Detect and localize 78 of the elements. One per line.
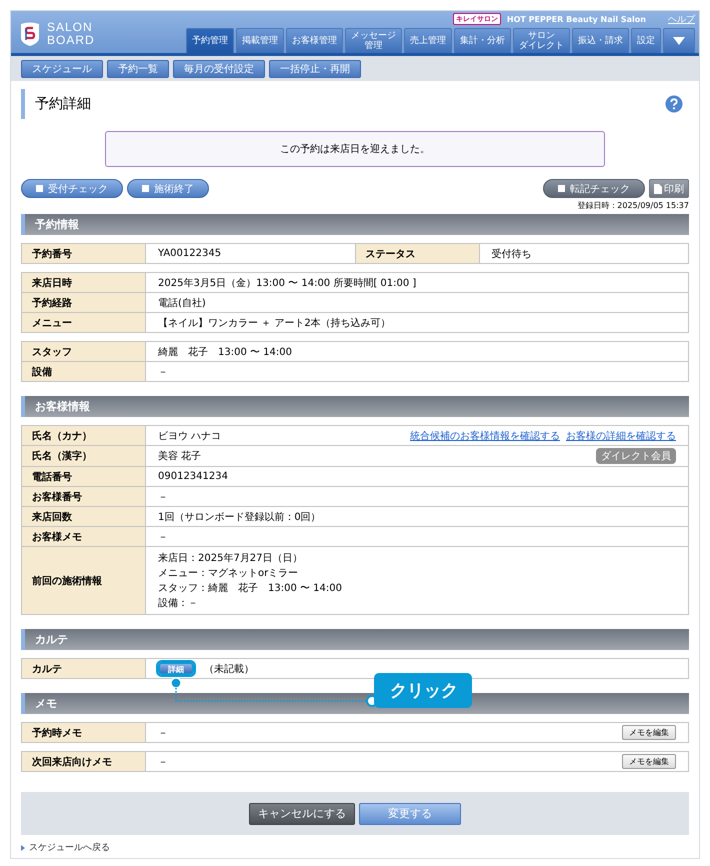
value-text: 綺麗 花子 13:00 〜 14:00 [158, 346, 292, 358]
submit-button[interactable]: 変更する [359, 802, 461, 824]
nav-tab[interactable]: 集計・分析 [454, 28, 511, 53]
value-text: 09012341234 [158, 471, 228, 482]
value-text: 電話(自社) [158, 296, 206, 310]
value-text: － [158, 366, 168, 378]
detail-button[interactable]: 詳細 [158, 662, 194, 675]
value-text: YA00122345 [158, 248, 222, 259]
edit-memo-button[interactable]: メモを編集 [622, 725, 676, 740]
nav-tab[interactable]: 振込・請求 [572, 28, 629, 53]
caret-icon [21, 844, 25, 850]
cancel-button[interactable]: キャンセルにする [249, 802, 355, 824]
subnav-button[interactable]: 毎月の受付設定 [173, 60, 265, 78]
row-label: お客様番号 [22, 487, 146, 506]
member-tag: ダイレクト会員 [596, 448, 676, 464]
row-label: 次回来店向けメモ [22, 752, 146, 771]
registered-date: 登録日時：2025/09/05 15:37 [576, 200, 689, 211]
page-title: 予約詳細 [21, 89, 91, 119]
nav-tab[interactable]: 設定 [631, 28, 661, 53]
row-label: 来店回数 [22, 507, 146, 526]
action-button[interactable]: 受付チェック [21, 179, 123, 198]
row-label: 電話番号 [22, 467, 146, 486]
help-link[interactable]: ヘルプ [668, 12, 695, 26]
nav-tab[interactable]: お客様管理 [286, 28, 343, 53]
back-link[interactable]: スケジュールへ戻る [29, 841, 110, 854]
action-button[interactable]: 施術終了 [127, 179, 209, 198]
help-icon[interactable] [665, 95, 683, 113]
row-label: お客様メモ [22, 527, 146, 546]
value-text: 受付待ち [492, 248, 532, 260]
customer-link[interactable]: 統合候補のお客様情報を確認する [410, 430, 560, 442]
row-label: ステータス [356, 244, 480, 263]
nav-tab[interactable]: 売上管理 [404, 28, 452, 53]
subnav-button[interactable]: 予約一覧 [107, 60, 169, 78]
section-header: 予約情報 [21, 214, 689, 235]
row-label: メニュー [22, 313, 146, 332]
row-label: 予約時メモ [22, 723, 146, 742]
value-line: スタッフ：綺麗 花子 13:00 〜 14:00 [158, 582, 342, 595]
section-header: カルテ [21, 629, 689, 650]
value-line: 来店日：2025年7月27日（日） [158, 552, 304, 565]
caret-icon [673, 37, 685, 45]
value-text: － [158, 726, 168, 740]
value-text: ビヨウ ハナコ [158, 430, 222, 442]
section-header: お客様情報 [21, 396, 689, 417]
row-label: 予約番号 [22, 244, 146, 263]
transcribe-button[interactable]: 転記チェック [543, 179, 645, 198]
logo-icon [19, 21, 41, 47]
document-icon [654, 184, 662, 194]
nav-tab[interactable]: 掲載管理 [236, 28, 284, 53]
brand-name: HOT PEPPER Beauty Nail Salon [506, 14, 646, 24]
menu-button[interactable] [663, 28, 695, 53]
row-label: カルテ [22, 659, 146, 678]
row-label: 氏名（カナ） [22, 426, 146, 445]
row-label: 氏名（漢字） [22, 446, 146, 466]
notice-message: この予約は来店日を迎えました。 [105, 131, 605, 167]
print-button[interactable]: 印刷 [649, 179, 689, 198]
value-text: 2025年3月5日（金）13:00 〜 14:00 所要時間[ 01:00 ] [158, 276, 416, 290]
subnav-button[interactable]: スケジュール [21, 60, 103, 78]
edit-memo-button[interactable]: メモを編集 [622, 754, 676, 769]
nav-tab[interactable]: メッセージ 管理 [345, 28, 402, 53]
value-text: － [158, 530, 168, 544]
value-text: 1回（サロンボード登録以前：0回） [158, 510, 321, 524]
value-text: 美容 花子 [158, 450, 202, 463]
nav-tab[interactable]: 予約管理 [186, 28, 234, 53]
subnav-button[interactable]: 一括停止・再開 [269, 60, 361, 78]
logo-text: SALON BOARD [47, 21, 95, 47]
row-label: 設備 [22, 362, 146, 381]
row-label: 予約経路 [22, 293, 146, 312]
value-line: 設備：－ [158, 596, 199, 610]
value-line: メニュー：マグネットorミラー [158, 567, 300, 580]
value-text: （未記載） [204, 662, 254, 676]
row-label: 前回の施術情報 [22, 547, 146, 614]
customer-link[interactable]: お客様の詳細を確認する [566, 430, 676, 442]
nav-tab[interactable]: サロン ダイレクト [513, 28, 570, 53]
value-text: － [158, 756, 168, 768]
value-text: 【ネイル】ワンカラー ＋ アート2本（持ち込み可） [158, 316, 391, 330]
value-text: － [158, 490, 168, 504]
row-label: 来店日時 [22, 273, 146, 292]
row-label: スタッフ [22, 342, 146, 361]
